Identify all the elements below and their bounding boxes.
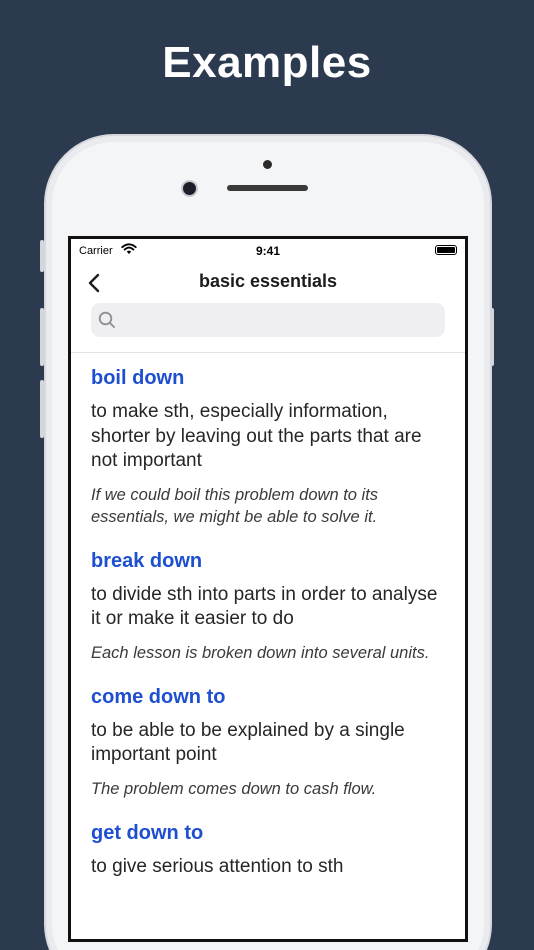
mute-switch (40, 240, 44, 272)
list-item[interactable]: get down to to give serious attention to… (91, 822, 445, 880)
navigation-bar: basic essentials (71, 265, 465, 301)
list-item[interactable]: boil down to make sth, especially inform… (91, 367, 445, 528)
phrase-example: If we could boil this problem down to it… (91, 485, 379, 526)
search-area (71, 301, 465, 353)
phrase-term: boil down (91, 367, 185, 389)
phrase-list: boil down to make sth, especially inform… (71, 353, 465, 879)
phrase-term: come down to (91, 685, 226, 708)
phrase-term: get down to (91, 821, 204, 844)
power-button (490, 308, 494, 366)
page-headline: Examples (162, 38, 372, 87)
app-screen: Carrier 9:41 basic essentials boil down … (68, 236, 468, 942)
search-icon (98, 311, 116, 334)
list-item[interactable]: come down to to be able to be explained … (91, 686, 445, 800)
phrase-definition: to give serious attention to sth (91, 855, 344, 877)
earpiece-speaker (227, 185, 308, 191)
volume-down-button (40, 380, 44, 438)
front-camera (183, 182, 196, 195)
search-input[interactable] (121, 303, 441, 337)
phrase-example: The problem comes down to cash flow. (91, 779, 377, 798)
proximity-sensor (263, 160, 272, 169)
phrase-example: Each lesson is broken down into several … (91, 643, 430, 662)
battery-icon (435, 245, 457, 255)
list-item[interactable]: break down to divide sth into parts in o… (91, 550, 445, 664)
phrase-definition: to divide sth into parts in order to ana… (91, 583, 438, 630)
page-title: basic essentials (198, 271, 338, 291)
status-time: 9:41 (255, 244, 281, 258)
search-bar[interactable] (91, 303, 445, 337)
phrase-definition: to make sth, especially information, sho… (91, 401, 422, 471)
volume-up-button (40, 308, 44, 366)
phrase-definition: to be able to be explained by a single i… (91, 719, 405, 766)
phrase-term: break down (91, 549, 203, 572)
status-bar: Carrier 9:41 (71, 239, 465, 265)
